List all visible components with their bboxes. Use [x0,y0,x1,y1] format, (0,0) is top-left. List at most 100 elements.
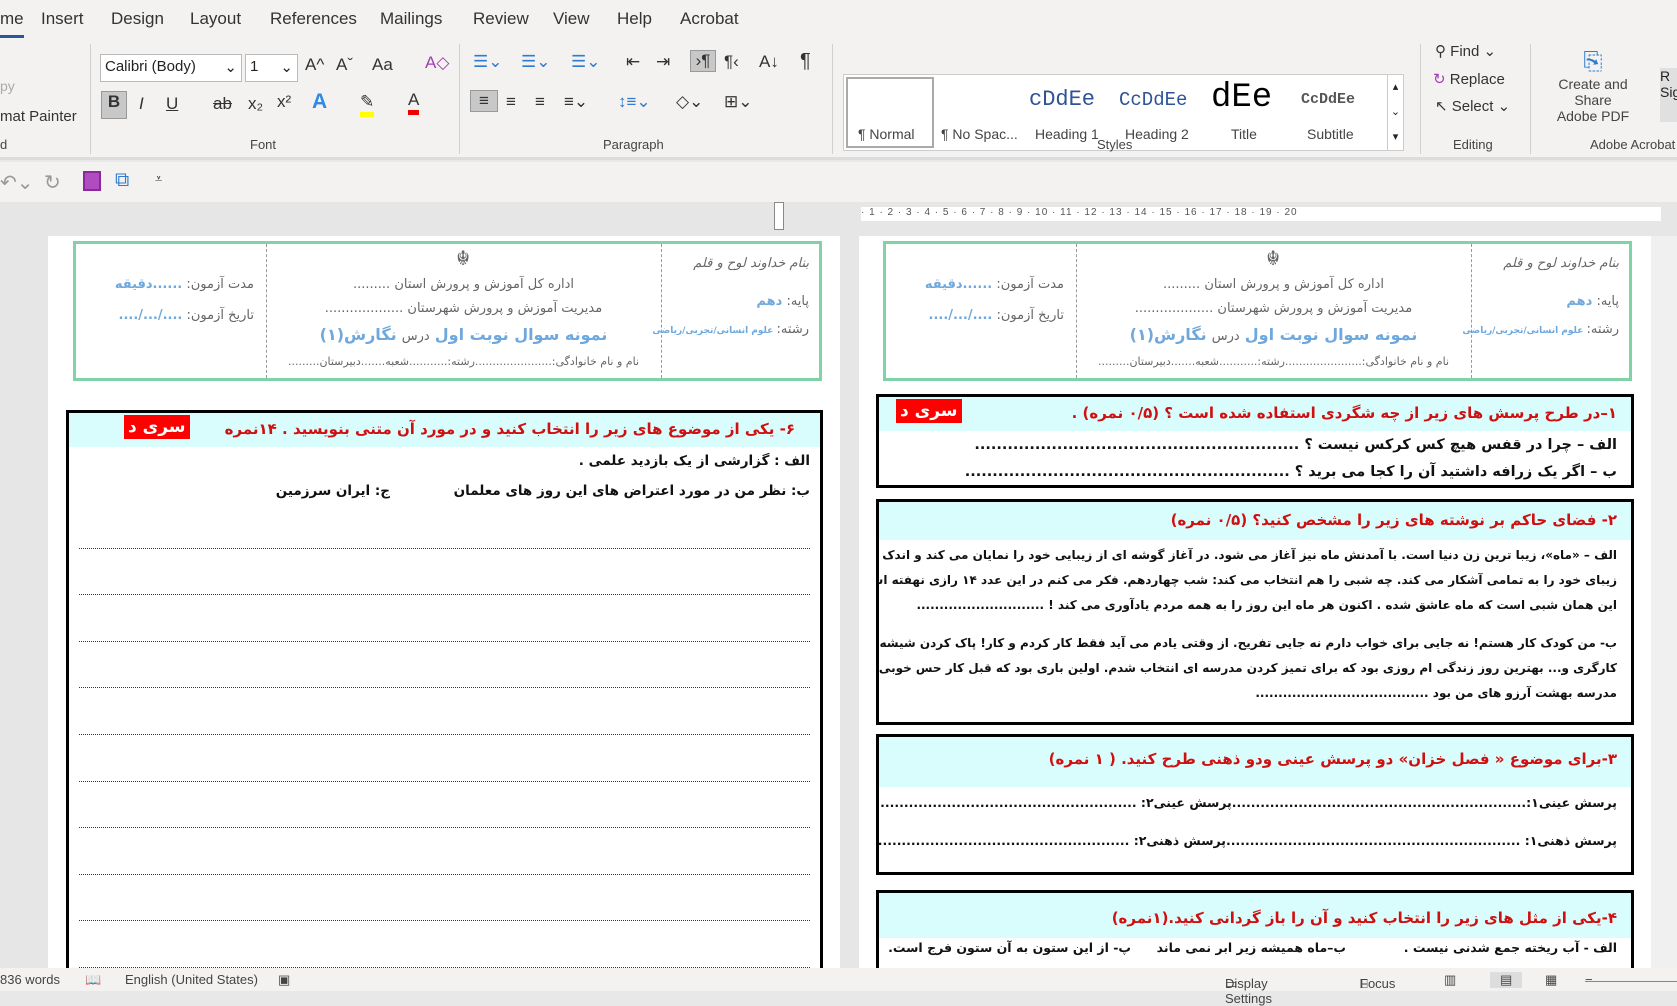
touch-mode-icon[interactable]: ⧉ [115,169,129,192]
increase-indent-icon[interactable]: ⇥ [656,52,670,72]
undo-icon[interactable]: ↶⌄ [0,170,34,195]
style-subtitle[interactable]: CcDdEe Subtitle [1299,77,1387,148]
language[interactable]: English (United States) [125,972,258,987]
passage-a-line: این همان شبی است که ماه عاشق شده . اکنون… [916,598,1617,612]
emblem-icon: ☬ [1266,248,1281,270]
tab-home[interactable]: me [0,9,24,38]
line-spacing-icon[interactable]: ↕≡⌄ [618,92,651,112]
request-signatures-button[interactable]: R Sig [1660,68,1677,122]
highlight-icon[interactable]: ✎ [360,92,375,117]
tab-help[interactable]: Help [617,9,652,29]
document-area[interactable]: · 1 · 2 · 3 · 4 · 5 · 6 · 7 · 8 · 9 · 10… [0,202,1677,968]
show-marks-button[interactable]: ¶ [800,50,811,73]
ltr-direction-icon[interactable]: ›¶ [690,50,716,72]
font-size-select[interactable]: 1 ⌄ [245,54,298,82]
styles-scroll[interactable]: ▴ ⌄ ▾ [1387,74,1404,151]
justify-icon[interactable]: ≡⌄ [564,92,588,112]
format-painter-button[interactable]: mat Painter [0,108,77,125]
answer-line[interactable] [79,594,810,595]
accessibility-icon[interactable]: ▣ [278,972,290,988]
tab-review[interactable]: Review [473,9,529,29]
style-preview: cDdEe [1029,87,1096,112]
grade: پایه: دهم [756,294,809,309]
save-icon[interactable] [83,171,101,191]
horizontal-ruler[interactable]: · 1 · 2 · 3 · 4 · 5 · 6 · 7 · 8 · 9 · 10… [861,207,1661,221]
create-pdf-button[interactable]: ⎘ Create and Share Adobe PDF [1538,48,1648,124]
text-effects-button[interactable]: A [312,90,327,114]
customize-qat-icon[interactable]: ⩡ [155,171,162,187]
answer-line[interactable] [79,920,810,921]
copy-button[interactable]: py [0,78,15,94]
answer-line[interactable] [79,641,810,642]
answer-line[interactable] [79,687,810,688]
shrink-font-button[interactable]: Aˇ [336,55,353,75]
exam-title-a: نمونه سوال نوبت اول [1244,325,1418,344]
divider [661,244,662,378]
zoom-slider[interactable]: − [1585,972,1677,987]
sort-icon[interactable]: A↓ [759,52,779,72]
question-title: ۶- یکی از موضوع های زیر را انتخاب کنید و… [224,420,795,438]
question-header: ۱–در طرح پرسش های زیر از چه شگردی استفاد… [879,397,1631,431]
underline-button[interactable]: U [166,94,178,114]
question-1a: الف – چرا در قفس هیچ کس کرکس نیست ؟ ....… [974,437,1617,453]
shading-icon[interactable]: ◇⌄ [676,92,703,112]
page-split-handle[interactable] [774,202,784,230]
superscript-button[interactable]: x² [277,92,291,112]
answer-line[interactable] [79,874,810,875]
align-right-icon[interactable]: ≡ [535,92,545,112]
answer-line[interactable] [79,734,810,735]
font-size-value: 1 [250,58,259,75]
passage-a-line: الف – «ماه»، زیبا ترین زن دنیا است. با آ… [876,548,1617,562]
clear-formatting-icon[interactable]: A◇ [425,53,449,73]
answer-line[interactable] [79,548,810,549]
vertical-scrollbar[interactable] [1651,236,1677,968]
grade-value: دهم [756,294,783,309]
tab-mailings[interactable]: Mailings [380,9,442,29]
borders-icon[interactable]: ⊞⌄ [724,92,753,112]
subscript-button[interactable]: x₂ [248,94,263,114]
font-name-select[interactable]: Calibri (Body) ⌄ [100,54,242,82]
numbering-icon[interactable]: ☰⌄ [521,52,550,72]
rtl-direction-icon[interactable]: ¶‹ [724,52,739,72]
tab-view[interactable]: View [553,9,590,29]
font-name-value: Calibri (Body) [105,58,196,75]
answer-line[interactable] [79,781,810,782]
tab-insert[interactable]: Insert [41,9,84,29]
replace-button[interactable]: ↻ Replace [1433,70,1505,88]
style-title[interactable]: dEe Title [1209,77,1297,148]
strikethrough-button[interactable]: ab [213,94,232,114]
ribbon: py mat Painter d Calibri (Body) ⌄ 1 ⌄ A^ A… [0,40,1677,160]
multilevel-list-icon[interactable]: ☰⌄ [571,52,600,72]
font-color-icon[interactable]: A [408,90,420,115]
style-label: ¶ No Spac... [941,126,1018,142]
italic-button[interactable]: I [139,94,144,114]
proofing-icon[interactable]: 📖 [85,972,101,988]
decrease-indent-icon[interactable]: ⇤ [626,52,640,72]
ribbon-tabs: me Insert Design Layout References Maili… [0,0,1677,40]
tab-references[interactable]: References [270,9,357,29]
redo-icon[interactable]: ↻ [44,170,61,195]
tab-layout[interactable]: Layout [190,9,241,29]
find-button[interactable]: ⚲ Find ⌄ [1435,42,1496,60]
align-center-icon[interactable]: ≡ [506,92,516,112]
styles-group-label: Styles [1097,137,1133,152]
style-normal[interactable]: ¶ Normal [846,77,934,148]
bullets-icon[interactable]: ☰⌄ [473,52,502,72]
print-layout-icon[interactable]: ▤ [1490,972,1523,988]
web-layout-icon[interactable]: ▦ [1545,972,1557,988]
focus-label: Focus [1360,976,1396,991]
grow-font-button[interactable]: A^ [305,55,324,75]
read-mode-icon[interactable]: ▥ [1444,972,1456,988]
select-button[interactable]: ↖ Select ⌄ [1435,97,1510,115]
change-case-button[interactable]: Aa [372,55,393,75]
tab-acrobat[interactable]: Acrobat [680,9,739,29]
answer-line[interactable] [79,827,810,828]
bold-button[interactable]: B [101,91,127,119]
word-count[interactable]: 836 words [0,972,60,987]
tab-design[interactable]: Design [111,9,164,29]
question-header: ۲- فضای حاکم بر نوشته های زیر را مشخص کن… [879,502,1631,540]
question-1b: ب – اگر یک زرافه داشتید آن را کجا می بری… [964,464,1617,480]
style-no-spacing[interactable]: ¶ No Spac... [939,77,1027,148]
question-header: ۶- یکی از موضوع های زیر را انتخاب کنید و… [69,413,820,447]
align-left-icon[interactable]: ≡ [470,90,498,112]
